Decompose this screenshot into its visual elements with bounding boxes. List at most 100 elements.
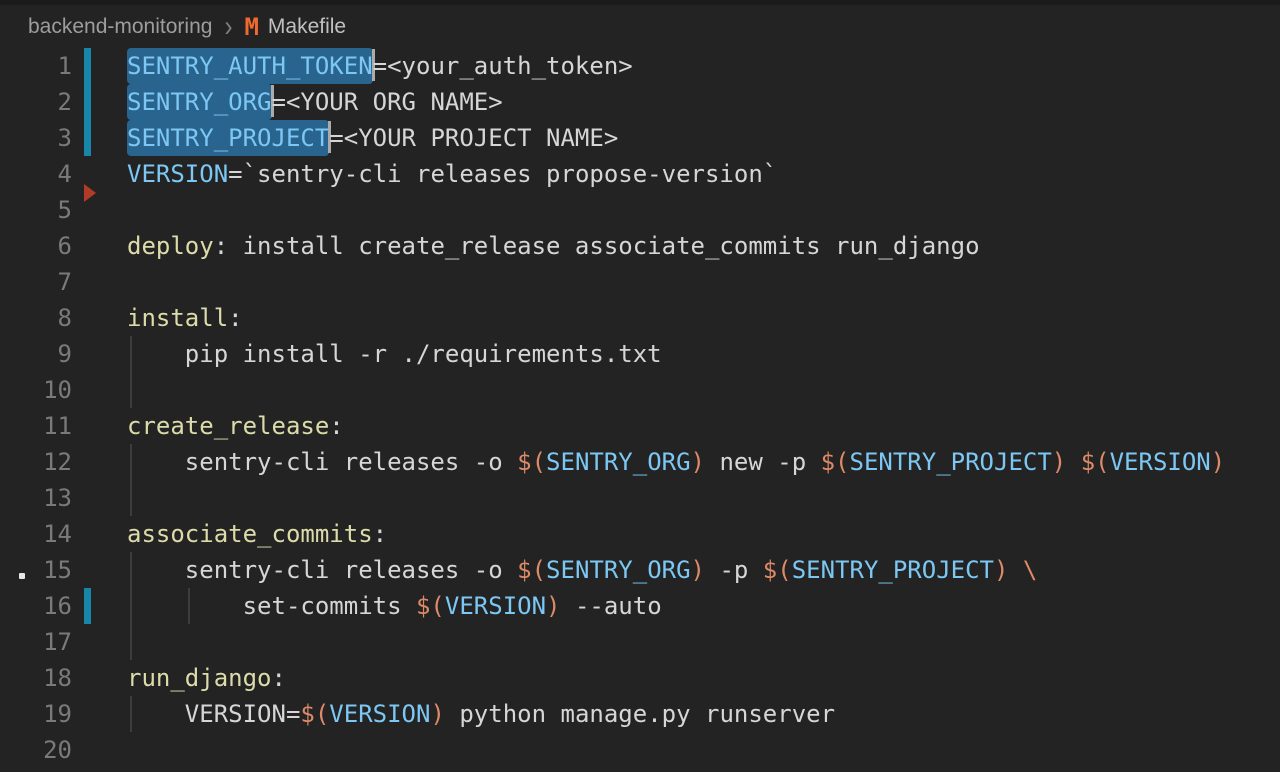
line-number: 17: [0, 624, 72, 660]
code-token: ): [691, 448, 705, 476]
code-token: : install create_release associate_commi…: [214, 232, 980, 260]
code-token: $(: [517, 556, 546, 584]
line-number: 12: [0, 444, 72, 480]
code-token: VERSION: [445, 592, 546, 620]
code-token: install: [127, 304, 228, 332]
line-content: SENTRY_AUTH_TOKEN=<your_auth_token>: [72, 48, 1280, 84]
code-token: :: [329, 412, 343, 440]
line-content: create_release:: [72, 408, 1280, 444]
line-content: [72, 624, 1280, 660]
line-number: 4: [0, 156, 72, 192]
code-line[interactable]: 4 VERSION=`sentry-cli releases propose-ve…: [0, 156, 1280, 192]
code-editor[interactable]: 1SENTRY_AUTH_TOKEN=<your_auth_token>2SEN…: [0, 48, 1280, 768]
vscode-editor-window: backend-monitoring › M Makefile 1SENTRY_…: [0, 0, 1280, 768]
code-token: sentry-cli releases -o: [185, 556, 517, 584]
line-content: sentry-cli releases -o $(SENTRY_ORG) -p …: [72, 552, 1280, 588]
code-token: =`sentry-cli releases propose-version`: [228, 160, 777, 188]
indent-guide: [130, 336, 132, 372]
code-token: =<YOUR ORG NAME>: [272, 88, 503, 116]
line-number: 13: [0, 480, 72, 516]
line-number: 3: [0, 120, 72, 156]
line-number: 1: [0, 48, 72, 84]
line-content: install:: [72, 300, 1280, 336]
code-token: [1066, 448, 1080, 476]
code-line[interactable]: 18run_django:: [0, 660, 1280, 696]
code-line[interactable]: 16 set-commits $(VERSION) --auto: [0, 588, 1280, 624]
code-token: ): [1211, 448, 1225, 476]
code-line[interactable]: 17: [0, 624, 1280, 660]
code-line[interactable]: 2 SENTRY_ORG=<YOUR ORG NAME>: [0, 84, 1280, 120]
code-line[interactable]: 14associate_commits:: [0, 516, 1280, 552]
line-number: 18: [0, 660, 72, 696]
code-token: new -p: [705, 448, 821, 476]
code-token: $(: [416, 592, 445, 620]
code-line[interactable]: 5: [0, 192, 1280, 228]
line-content: [72, 732, 1280, 768]
code-line[interactable]: 20: [0, 732, 1280, 768]
indent-guide: [130, 696, 132, 732]
code-token: SENTRY_PROJECT: [850, 448, 1052, 476]
line-number: 8: [0, 300, 72, 336]
code-token: sentry-cli releases -o: [185, 448, 517, 476]
line-number: 2: [0, 84, 72, 120]
code-token: $(: [517, 448, 546, 476]
code-line[interactable]: 12 sentry-cli releases -o $(SENTRY_ORG) …: [0, 444, 1280, 480]
code-token: deploy: [127, 232, 214, 260]
code-token: ): [546, 592, 560, 620]
line-number: 6: [0, 228, 72, 264]
code-token: SENTRY_ORG: [127, 84, 272, 120]
line-content: sentry-cli releases -o $(SENTRY_ORG) new…: [72, 444, 1280, 480]
line-content: set-commits $(VERSION) --auto: [72, 588, 1280, 624]
code-line[interactable]: 7: [0, 264, 1280, 300]
code-line[interactable]: 13: [0, 480, 1280, 516]
code-token: =<your_auth_token>: [373, 52, 633, 80]
code-token: VERSION: [127, 160, 228, 188]
line-number: 19: [0, 696, 72, 732]
line-content: deploy: install create_release associate…: [72, 228, 1280, 264]
line-number: 11: [0, 408, 72, 444]
code-token: VERSION: [1110, 448, 1211, 476]
line-number: 9: [0, 336, 72, 372]
line-content: associate_commits:: [72, 516, 1280, 552]
code-lines: 1SENTRY_AUTH_TOKEN=<your_auth_token>2SEN…: [0, 48, 1280, 768]
indent-guide: [130, 372, 132, 408]
code-line[interactable]: 15 sentry-cli releases -o $(SENTRY_ORG) …: [0, 552, 1280, 588]
code-token: $(: [821, 448, 850, 476]
code-line[interactable]: 19 VERSION=$(VERSION) python manage.py r…: [0, 696, 1280, 732]
line-number: 7: [0, 264, 72, 300]
modified-gutter-bar: [84, 48, 91, 156]
line-content: pip install -r ./requirements.txt: [72, 336, 1280, 372]
line-number: 15: [0, 552, 72, 588]
code-token: ): [1052, 448, 1066, 476]
code-token: create_release: [127, 412, 329, 440]
chevron-right-icon: ›: [224, 14, 232, 39]
line-content: [72, 480, 1280, 516]
code-token: VERSION: [329, 700, 430, 728]
code-token: :: [272, 664, 286, 692]
line-number: 14: [0, 516, 72, 552]
code-line[interactable]: 11create_release:: [0, 408, 1280, 444]
code-token: SENTRY_PROJECT: [127, 120, 329, 156]
line-content: run_django:: [72, 660, 1280, 696]
code-line[interactable]: 10: [0, 372, 1280, 408]
code-token: ): [430, 700, 444, 728]
indent-guide: [188, 588, 190, 624]
breadcrumb-folder[interactable]: backend-monitoring: [28, 15, 212, 39]
line-number: 5: [0, 192, 72, 228]
code-token: SENTRY_PROJECT: [792, 556, 994, 584]
code-line[interactable]: 1SENTRY_AUTH_TOKEN=<your_auth_token>: [0, 48, 1280, 84]
indent-guide: [130, 480, 132, 516]
code-token: $(: [300, 700, 329, 728]
code-line[interactable]: 9 pip install -r ./requirements.txt: [0, 336, 1280, 372]
code-line[interactable]: 6deploy: install create_release associat…: [0, 228, 1280, 264]
breadcrumb-file[interactable]: Makefile: [268, 15, 346, 39]
code-token: $(: [763, 556, 792, 584]
code-token: associate_commits: [127, 520, 373, 548]
code-token: --auto: [561, 592, 662, 620]
code-line[interactable]: 3SENTRY_PROJECT=<YOUR PROJECT NAME>: [0, 120, 1280, 156]
code-token: ): [994, 556, 1008, 584]
line-content: [72, 372, 1280, 408]
code-token: pip install -r ./requirements.txt: [185, 340, 662, 368]
indent-guide: [130, 552, 132, 588]
code-line[interactable]: 8install:: [0, 300, 1280, 336]
